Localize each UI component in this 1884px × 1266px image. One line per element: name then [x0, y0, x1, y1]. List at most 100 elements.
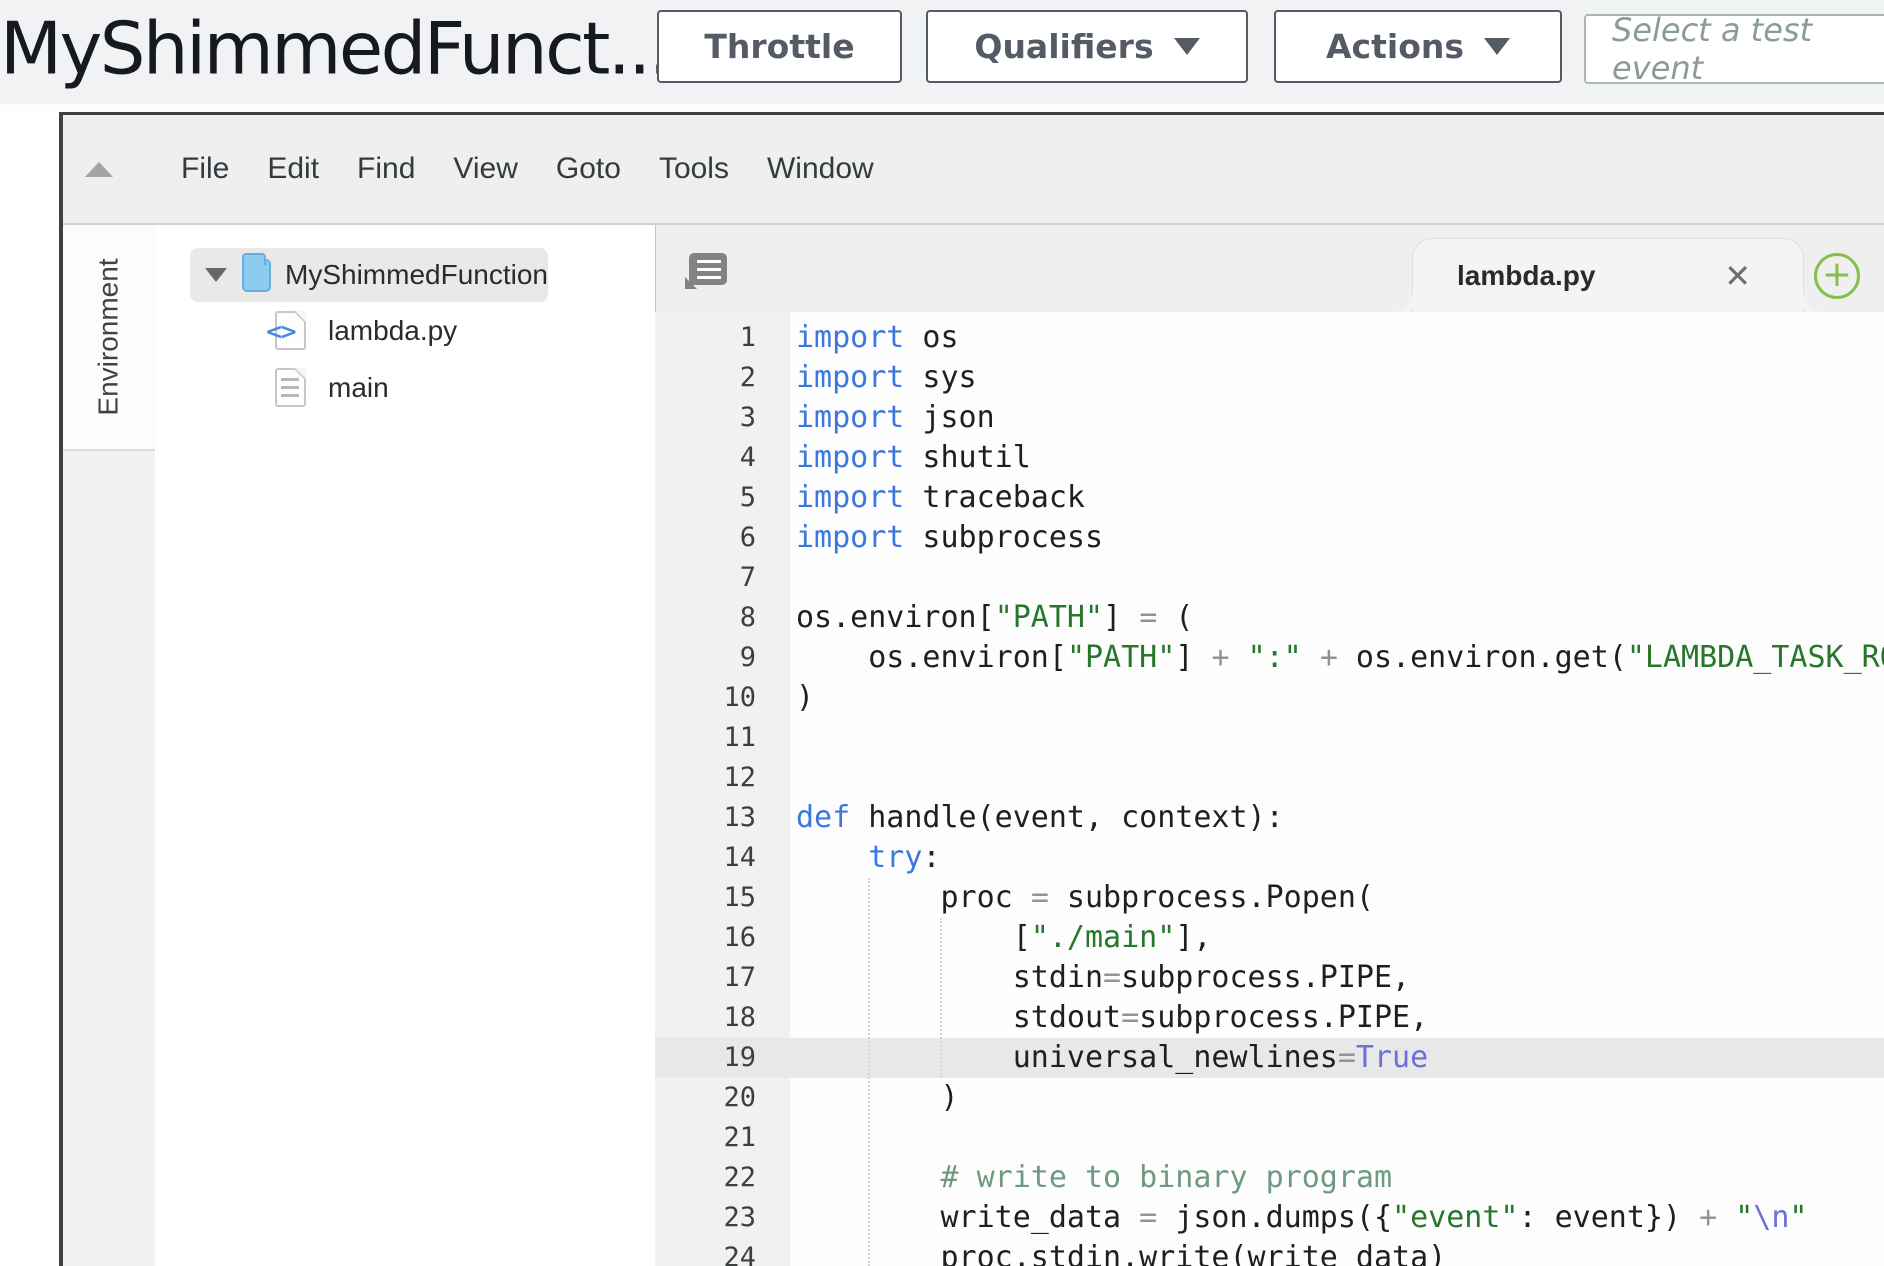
- code-line-14[interactable]: 14 try:: [655, 838, 1884, 878]
- line-number[interactable]: 3: [655, 398, 790, 438]
- code-line-text: proc.stdin.write(write_data): [790, 1238, 1446, 1266]
- collapse-pane-icon[interactable]: [85, 162, 113, 177]
- line-number[interactable]: 16: [655, 918, 790, 958]
- environment-column: Environment: [63, 225, 155, 1266]
- code-line-text: import shutil: [790, 438, 1031, 478]
- tab-lambda-py[interactable]: lambda.py ✕: [1412, 238, 1804, 312]
- code-line-text: write_data = json.dumps({"event": event}…: [790, 1198, 1807, 1238]
- code-line-17[interactable]: 17 stdin=subprocess.PIPE,: [655, 958, 1884, 998]
- line-number[interactable]: 10: [655, 678, 790, 718]
- line-number[interactable]: 21: [655, 1118, 790, 1158]
- text-file-icon: [275, 368, 306, 407]
- test-event-placeholder: Select a test event: [1612, 11, 1884, 87]
- line-number[interactable]: 22: [655, 1158, 790, 1198]
- code-line-text: [790, 758, 796, 798]
- code-line-13[interactable]: 13def handle(event, context):: [655, 798, 1884, 838]
- line-number[interactable]: 9: [655, 638, 790, 678]
- menu-item-edit[interactable]: Edit: [265, 148, 321, 190]
- code-line-15[interactable]: 15 proc = subprocess.Popen(: [655, 878, 1884, 918]
- folder-icon: [242, 259, 271, 292]
- menu-item-goto[interactable]: Goto: [554, 148, 623, 190]
- line-number[interactable]: 20: [655, 1078, 790, 1118]
- code-line-4[interactable]: 4import shutil: [655, 438, 1884, 478]
- line-number[interactable]: 8: [655, 598, 790, 638]
- editor-menubar: File Edit Find View Goto Tools Window: [63, 115, 1884, 225]
- code-line-text: import subprocess: [790, 518, 1103, 558]
- code-line-text: try:: [790, 838, 941, 878]
- line-number[interactable]: 5: [655, 478, 790, 518]
- line-number[interactable]: 17: [655, 958, 790, 998]
- code-line-10[interactable]: 10): [655, 678, 1884, 718]
- line-number[interactable]: 18: [655, 998, 790, 1038]
- code-line-24[interactable]: 24 proc.stdin.write(write_data): [655, 1238, 1884, 1266]
- line-number[interactable]: 19: [655, 1038, 790, 1078]
- open-files-list-icon[interactable]: [689, 253, 727, 285]
- code-line-3[interactable]: 3import json: [655, 398, 1884, 438]
- line-number[interactable]: 1: [655, 318, 790, 358]
- close-tab-icon[interactable]: ✕: [1724, 260, 1751, 292]
- line-number[interactable]: 7: [655, 558, 790, 598]
- code-line-20[interactable]: 20 ): [655, 1078, 1884, 1118]
- code-line-text: import sys: [790, 358, 977, 398]
- code-line-18[interactable]: 18 stdout=subprocess.PIPE,: [655, 998, 1884, 1038]
- menu-item-window[interactable]: Window: [765, 148, 876, 190]
- button-label: Actions: [1326, 27, 1464, 66]
- environment-tab-label: Environment: [93, 258, 125, 415]
- code-line-22[interactable]: 22 # write to binary program: [655, 1158, 1884, 1198]
- code-line-21[interactable]: 21: [655, 1118, 1884, 1158]
- code-line-text: import os: [790, 318, 959, 358]
- line-number[interactable]: 4: [655, 438, 790, 478]
- code-file-icon: <>: [275, 311, 306, 350]
- test-event-select[interactable]: Select a test event: [1584, 14, 1884, 84]
- code-line-1[interactable]: 1import os: [655, 318, 1884, 358]
- function-header: MyShimmedFunct... ThrottleQualifiersActi…: [0, 0, 1884, 104]
- line-number[interactable]: 15: [655, 878, 790, 918]
- actions-button[interactable]: Actions: [1274, 10, 1562, 83]
- tree-item-lambda-py[interactable]: <>lambda.py: [155, 302, 655, 359]
- code-line-text: import json: [790, 398, 995, 438]
- line-number[interactable]: 11: [655, 718, 790, 758]
- code-line-text: ): [790, 678, 814, 718]
- caret-down-icon: [1484, 38, 1510, 55]
- line-number[interactable]: 12: [655, 758, 790, 798]
- code-brackets-glyph: <>: [265, 320, 294, 345]
- code-line-11[interactable]: 11: [655, 718, 1884, 758]
- menu-item-find[interactable]: Find: [355, 148, 417, 190]
- line-number[interactable]: 13: [655, 798, 790, 838]
- environment-tab[interactable]: Environment: [63, 225, 155, 451]
- code-line-5[interactable]: 5import traceback: [655, 478, 1884, 518]
- line-number[interactable]: 2: [655, 358, 790, 398]
- code-line-12[interactable]: 12: [655, 758, 1884, 798]
- throttle-button[interactable]: Throttle: [657, 10, 902, 83]
- tree-item-main[interactable]: main: [155, 359, 655, 416]
- code-line-6[interactable]: 6import subprocess: [655, 518, 1884, 558]
- code-line-19[interactable]: 19 universal_newlines=True: [655, 1038, 1884, 1078]
- code-line-8[interactable]: 8os.environ["PATH"] = (: [655, 598, 1884, 638]
- code-line-9[interactable]: 9 os.environ["PATH"] + ":" + os.environ.…: [655, 638, 1884, 678]
- line-number[interactable]: 23: [655, 1198, 790, 1238]
- tree-root-label: MyShimmedFunction: [285, 259, 548, 291]
- button-label: Qualifiers: [974, 27, 1153, 66]
- line-number[interactable]: 14: [655, 838, 790, 878]
- menu-item-tools[interactable]: Tools: [657, 148, 731, 190]
- line-number[interactable]: 6: [655, 518, 790, 558]
- qualifiers-button[interactable]: Qualifiers: [926, 10, 1248, 83]
- new-tab-button[interactable]: +: [1814, 253, 1860, 299]
- menu-items: File Edit Find View Goto Tools Window: [179, 148, 876, 190]
- code-line-16[interactable]: 16 ["./main"],: [655, 918, 1884, 958]
- line-number[interactable]: 24: [655, 1238, 790, 1266]
- code-line-text: stdin=subprocess.PIPE,: [790, 958, 1410, 998]
- chevron-down-icon[interactable]: [205, 268, 227, 282]
- menu-item-view[interactable]: View: [451, 148, 519, 190]
- tree-item-root-folder[interactable]: MyShimmedFunction: [190, 248, 548, 302]
- code-line-text: [790, 1118, 796, 1158]
- editor-tabstrip: lambda.py ✕ +: [655, 225, 1884, 312]
- code-line-text: ): [790, 1078, 959, 1118]
- file-tree: MyShimmedFunction <>lambda.pymain: [155, 225, 655, 1266]
- menu-item-file[interactable]: File: [179, 148, 231, 190]
- code-editor[interactable]: 1import os2import sys3import json4import…: [655, 312, 1884, 1266]
- code-line-2[interactable]: 2import sys: [655, 358, 1884, 398]
- code-line-23[interactable]: 23 write_data = json.dumps({"event": eve…: [655, 1198, 1884, 1238]
- code-line-7[interactable]: 7: [655, 558, 1884, 598]
- code-line-text: stdout=subprocess.PIPE,: [790, 998, 1428, 1038]
